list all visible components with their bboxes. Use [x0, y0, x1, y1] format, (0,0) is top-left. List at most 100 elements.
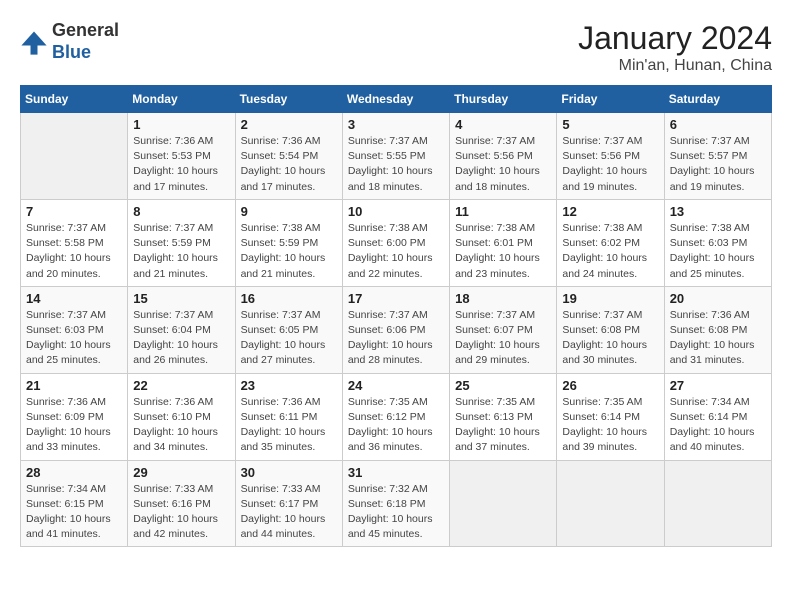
day-cell: 4 Sunrise: 7:37 AMSunset: 5:56 PMDaylight… — [450, 113, 557, 200]
day-cell: 11Sunrise: 7:38 AMSunset: 6:01 PMDayligh… — [450, 199, 557, 286]
col-header-monday: Monday — [128, 86, 235, 113]
day-number: 19 — [562, 291, 658, 306]
col-header-saturday: Saturday — [664, 86, 771, 113]
day-info: Sunrise: 7:32 AMSunset: 6:18 PMDaylight:… — [348, 482, 444, 543]
day-cell: 12 Sunrise: 7:38 AMSunset: 6:02 PMDayligh… — [557, 199, 664, 286]
logo-icon — [20, 28, 48, 56]
col-header-wednesday: Wednesday — [342, 86, 449, 113]
day-info: Sunrise: 7:37 AMSunset: 6:04 PMDaylight:… — [133, 308, 229, 369]
week-row-2: 7 Sunrise: 7:37 AMSunset: 5:58 PMDaylight… — [21, 199, 772, 286]
day-number: 18 — [455, 291, 551, 306]
day-cell: 3 Sunrise: 7:37 AMSunset: 5:55 PMDaylight… — [342, 113, 449, 200]
day-number: 2 — [241, 117, 337, 132]
day-number: 12 — [562, 204, 658, 219]
day-number: 28 — [26, 465, 122, 480]
day-info: Sunrise: 7:36 AMSunset: 6:10 PMDaylight:… — [133, 395, 229, 456]
day-number: 21 — [26, 378, 122, 393]
day-info: Sunrise: 7:35 AMSunset: 6:14 PMDaylight:… — [562, 395, 658, 456]
day-info: Sunrise: 7:37 AMSunset: 5:55 PMDaylight:… — [348, 134, 444, 195]
calendar-title: January 2024 — [578, 20, 772, 57]
day-number: 22 — [133, 378, 229, 393]
day-info: Sunrise: 7:38 AMSunset: 6:01 PMDaylight:… — [455, 221, 551, 282]
day-number: 25 — [455, 378, 551, 393]
day-cell: 5 Sunrise: 7:37 AMSunset: 5:56 PMDaylight… — [557, 113, 664, 200]
day-number: 14 — [26, 291, 122, 306]
week-row-1: 1Sunrise: 7:36 AMSunset: 5:53 PMDaylight… — [21, 113, 772, 200]
day-number: 26 — [562, 378, 658, 393]
day-cell: 9Sunrise: 7:38 AMSunset: 5:59 PMDaylight… — [235, 199, 342, 286]
day-info: Sunrise: 7:34 AMSunset: 6:14 PMDaylight:… — [670, 395, 766, 456]
logo-blue: Blue — [52, 42, 91, 62]
day-cell: 15 Sunrise: 7:37 AMSunset: 6:04 PMDayligh… — [128, 286, 235, 373]
day-info: Sunrise: 7:38 AMSunset: 6:00 PMDaylight:… — [348, 221, 444, 282]
day-cell — [21, 113, 128, 200]
day-number: 27 — [670, 378, 766, 393]
day-number: 7 — [26, 204, 122, 219]
day-cell — [450, 460, 557, 547]
day-cell: 23 Sunrise: 7:36 AMSunset: 6:11 PMDayligh… — [235, 373, 342, 460]
week-row-4: 21 Sunrise: 7:36 AMSunset: 6:09 PMDayligh… — [21, 373, 772, 460]
day-info: Sunrise: 7:37 AMSunset: 5:56 PMDaylight:… — [455, 134, 551, 195]
day-cell: 29 Sunrise: 7:33 AMSunset: 6:16 PMDayligh… — [128, 460, 235, 547]
day-info: Sunrise: 7:34 AMSunset: 6:15 PMDaylight:… — [26, 482, 122, 543]
day-number: 16 — [241, 291, 337, 306]
logo-general: General — [52, 20, 119, 40]
day-info: Sunrise: 7:38 AMSunset: 6:03 PMDaylight:… — [670, 221, 766, 282]
day-cell: 19 Sunrise: 7:37 AMSunset: 6:08 PMDayligh… — [557, 286, 664, 373]
day-info: Sunrise: 7:33 AMSunset: 6:16 PMDaylight:… — [133, 482, 229, 543]
day-cell — [664, 460, 771, 547]
week-row-3: 14 Sunrise: 7:37 AMSunset: 6:03 PMDayligh… — [21, 286, 772, 373]
day-number: 5 — [562, 117, 658, 132]
day-cell: 22 Sunrise: 7:36 AMSunset: 6:10 PMDayligh… — [128, 373, 235, 460]
day-info: Sunrise: 7:37 AMSunset: 5:58 PMDaylight:… — [26, 221, 122, 282]
day-cell: 26 Sunrise: 7:35 AMSunset: 6:14 PMDayligh… — [557, 373, 664, 460]
day-info: Sunrise: 7:36 AMSunset: 6:09 PMDaylight:… — [26, 395, 122, 456]
day-cell — [557, 460, 664, 547]
day-cell: 30 Sunrise: 7:33 AMSunset: 6:17 PMDayligh… — [235, 460, 342, 547]
day-number: 10 — [348, 204, 444, 219]
day-number: 20 — [670, 291, 766, 306]
day-cell: 21 Sunrise: 7:36 AMSunset: 6:09 PMDayligh… — [21, 373, 128, 460]
day-cell: 27 Sunrise: 7:34 AMSunset: 6:14 PMDayligh… — [664, 373, 771, 460]
day-number: 30 — [241, 465, 337, 480]
day-number: 15 — [133, 291, 229, 306]
calendar-header-row: SundayMondayTuesdayWednesdayThursdayFrid… — [21, 86, 772, 113]
day-info: Sunrise: 7:35 AMSunset: 6:13 PMDaylight:… — [455, 395, 551, 456]
day-number: 17 — [348, 291, 444, 306]
day-cell: 13 Sunrise: 7:38 AMSunset: 6:03 PMDayligh… — [664, 199, 771, 286]
day-cell: 14 Sunrise: 7:37 AMSunset: 6:03 PMDayligh… — [21, 286, 128, 373]
day-info: Sunrise: 7:37 AMSunset: 5:56 PMDaylight:… — [562, 134, 658, 195]
week-row-5: 28 Sunrise: 7:34 AMSunset: 6:15 PMDayligh… — [21, 460, 772, 547]
title-block: January 2024 Min'an, Hunan, China — [578, 20, 772, 75]
col-header-thursday: Thursday — [450, 86, 557, 113]
col-header-tuesday: Tuesday — [235, 86, 342, 113]
day-info: Sunrise: 7:37 AMSunset: 6:03 PMDaylight:… — [26, 308, 122, 369]
day-info: Sunrise: 7:37 AMSunset: 6:08 PMDaylight:… — [562, 308, 658, 369]
day-cell: 20Sunrise: 7:36 AMSunset: 6:08 PMDayligh… — [664, 286, 771, 373]
day-info: Sunrise: 7:37 AMSunset: 5:59 PMDaylight:… — [133, 221, 229, 282]
day-number: 9 — [241, 204, 337, 219]
day-info: Sunrise: 7:35 AMSunset: 6:12 PMDaylight:… — [348, 395, 444, 456]
day-number: 24 — [348, 378, 444, 393]
day-number: 1 — [133, 117, 229, 132]
day-number: 8 — [133, 204, 229, 219]
day-cell: 24 Sunrise: 7:35 AMSunset: 6:12 PMDayligh… — [342, 373, 449, 460]
day-info: Sunrise: 7:36 AMSunset: 5:54 PMDaylight:… — [241, 134, 337, 195]
day-number: 6 — [670, 117, 766, 132]
day-info: Sunrise: 7:38 AMSunset: 6:02 PMDaylight:… — [562, 221, 658, 282]
day-info: Sunrise: 7:33 AMSunset: 6:17 PMDaylight:… — [241, 482, 337, 543]
day-cell: 31Sunrise: 7:32 AMSunset: 6:18 PMDayligh… — [342, 460, 449, 547]
day-number: 29 — [133, 465, 229, 480]
col-header-sunday: Sunday — [21, 86, 128, 113]
day-number: 23 — [241, 378, 337, 393]
day-cell: 2 Sunrise: 7:36 AMSunset: 5:54 PMDaylight… — [235, 113, 342, 200]
day-number: 3 — [348, 117, 444, 132]
day-number: 4 — [455, 117, 551, 132]
day-info: Sunrise: 7:36 AMSunset: 6:11 PMDaylight:… — [241, 395, 337, 456]
day-info: Sunrise: 7:37 AMSunset: 5:57 PMDaylight:… — [670, 134, 766, 195]
calendar-subtitle: Min'an, Hunan, China — [578, 57, 772, 75]
day-cell: 1Sunrise: 7:36 AMSunset: 5:53 PMDaylight… — [128, 113, 235, 200]
day-cell: 6 Sunrise: 7:37 AMSunset: 5:57 PMDaylight… — [664, 113, 771, 200]
day-number: 13 — [670, 204, 766, 219]
day-cell: 17Sunrise: 7:37 AMSunset: 6:06 PMDayligh… — [342, 286, 449, 373]
